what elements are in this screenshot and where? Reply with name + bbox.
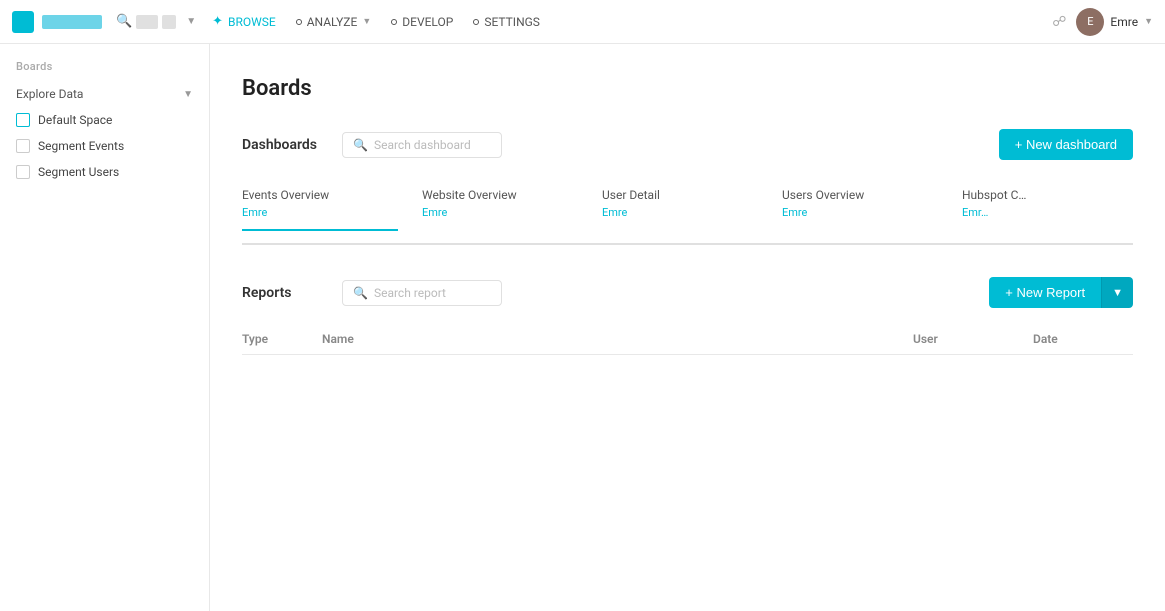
dashboard-search-placeholder: Search dashboard	[374, 138, 471, 152]
dashboard-card-title: User Detail	[602, 188, 660, 202]
col-user-header: User	[913, 324, 1033, 355]
sidebar-group-explore-data[interactable]: Explore Data ▼	[0, 81, 209, 107]
dashboard-card-user-detail[interactable]: User Detail Emre	[602, 176, 782, 243]
logo-icon[interactable]	[12, 11, 34, 33]
dashboard-search[interactable]: 🔍 Search dashboard	[342, 132, 502, 158]
dashboards-row: Events Overview Emre Website Overview Em…	[242, 176, 1133, 245]
nav-develop[interactable]: DEVELOP	[391, 11, 453, 33]
nav-analyze-dot	[296, 19, 302, 25]
dashboard-card-author: Emre	[422, 206, 447, 219]
new-report-split-button: + New Report ▼	[989, 277, 1133, 308]
reports-table-header-row: Type Name User Date	[242, 324, 1133, 355]
sidebar-item-segment-users[interactable]: Segment Users	[0, 159, 209, 185]
dashboard-card-bar	[242, 229, 398, 231]
col-type-header: Type	[242, 324, 322, 355]
dashboards-section-label: Dashboards	[242, 137, 342, 153]
reports-table: Type Name User Date	[242, 324, 1133, 355]
reports-section-header: Reports 🔍 Search report + New Report ▼	[242, 277, 1133, 308]
sidebar-item-label: Default Space	[38, 113, 112, 127]
app-layout: Boards Explore Data ▼ Default Space Segm…	[0, 44, 1165, 611]
report-search-icon: 🔍	[353, 286, 368, 300]
topnav-search-area: 🔍	[116, 14, 176, 29]
main-content: Boards Dashboards 🔍 Search dashboard + N…	[210, 44, 1165, 611]
user-menu[interactable]: E Emre ▼	[1076, 8, 1153, 36]
sidebar-group-caret: ▼	[183, 89, 193, 100]
dashboard-card-title: Hubspot C…	[962, 188, 1026, 202]
dashboard-card-author: Emr…	[962, 206, 988, 219]
avatar: E	[1076, 8, 1104, 36]
search-pill-2	[162, 15, 176, 29]
nav-analyze-chevron: ▼	[362, 16, 371, 27]
sidebar-item-default-space[interactable]: Default Space	[0, 107, 209, 133]
topnav-right: ☍ E Emre ▼	[1052, 8, 1153, 36]
search-icon: 🔍	[116, 14, 132, 29]
nav-settings-dot	[473, 19, 479, 25]
sidebar: Boards Explore Data ▼ Default Space Segm…	[0, 44, 210, 611]
segment-users-icon	[16, 165, 30, 179]
dashboard-card-events-overview[interactable]: Events Overview Emre	[242, 176, 422, 243]
page-title: Boards	[242, 76, 1133, 101]
dashboard-card-author: Emre	[602, 206, 627, 219]
dashboard-card-website-overview[interactable]: Website Overview Emre	[422, 176, 602, 243]
dashboard-card-title: Website Overview	[422, 188, 517, 202]
sidebar-group-label: Explore Data	[16, 87, 83, 101]
new-dashboard-button[interactable]: + New dashboard	[999, 129, 1133, 160]
segment-events-icon	[16, 139, 30, 153]
sidebar-item-segment-events[interactable]: Segment Events	[0, 133, 209, 159]
dashboards-section-header: Dashboards 🔍 Search dashboard + New dash…	[242, 129, 1133, 160]
dashboard-card-author: Emre	[242, 206, 267, 219]
user-menu-caret: ▼	[1144, 16, 1153, 27]
username-label: Emre	[1110, 15, 1138, 29]
reports-section-label: Reports	[242, 285, 342, 301]
nav-analyze[interactable]: ANALYZE ▼	[296, 11, 372, 33]
dashboard-card-hubspot[interactable]: Hubspot C… Emr…	[962, 176, 1133, 243]
report-search-placeholder: Search report	[374, 286, 446, 300]
nav-settings[interactable]: SETTINGS	[473, 11, 540, 33]
dashboard-search-icon: 🔍	[353, 138, 368, 152]
col-date-header: Date	[1033, 324, 1133, 355]
col-name-header: Name	[322, 324, 913, 355]
new-report-button[interactable]: + New Report	[989, 277, 1101, 308]
topnav-dropdown-icon[interactable]: ▼	[186, 16, 196, 27]
dashboard-card-users-overview[interactable]: Users Overview Emre	[782, 176, 962, 243]
search-pill-1	[136, 15, 158, 29]
main-nav: ✦ BROWSE ANALYZE ▼ DEVELOP SETTINGS	[212, 10, 540, 33]
topnav-notifications-icon[interactable]: ☍	[1052, 14, 1066, 30]
default-space-icon	[16, 113, 30, 127]
dashboard-card-title: Events Overview	[242, 188, 329, 202]
nav-develop-dot	[391, 19, 397, 25]
brand-text	[42, 15, 102, 29]
sidebar-section-label: Boards	[0, 60, 209, 81]
sidebar-item-label: Segment Users	[38, 165, 119, 179]
sidebar-item-label: Segment Events	[38, 139, 124, 153]
dashboard-card-author: Emre	[782, 206, 807, 219]
topnav: 🔍 ▼ ✦ BROWSE ANALYZE ▼ DEVELOP SETTINGS …	[0, 0, 1165, 44]
new-report-dropdown-button[interactable]: ▼	[1101, 277, 1133, 308]
report-search[interactable]: 🔍 Search report	[342, 280, 502, 306]
dashboard-card-title: Users Overview	[782, 188, 864, 202]
nav-browse[interactable]: ✦ BROWSE	[212, 10, 276, 33]
